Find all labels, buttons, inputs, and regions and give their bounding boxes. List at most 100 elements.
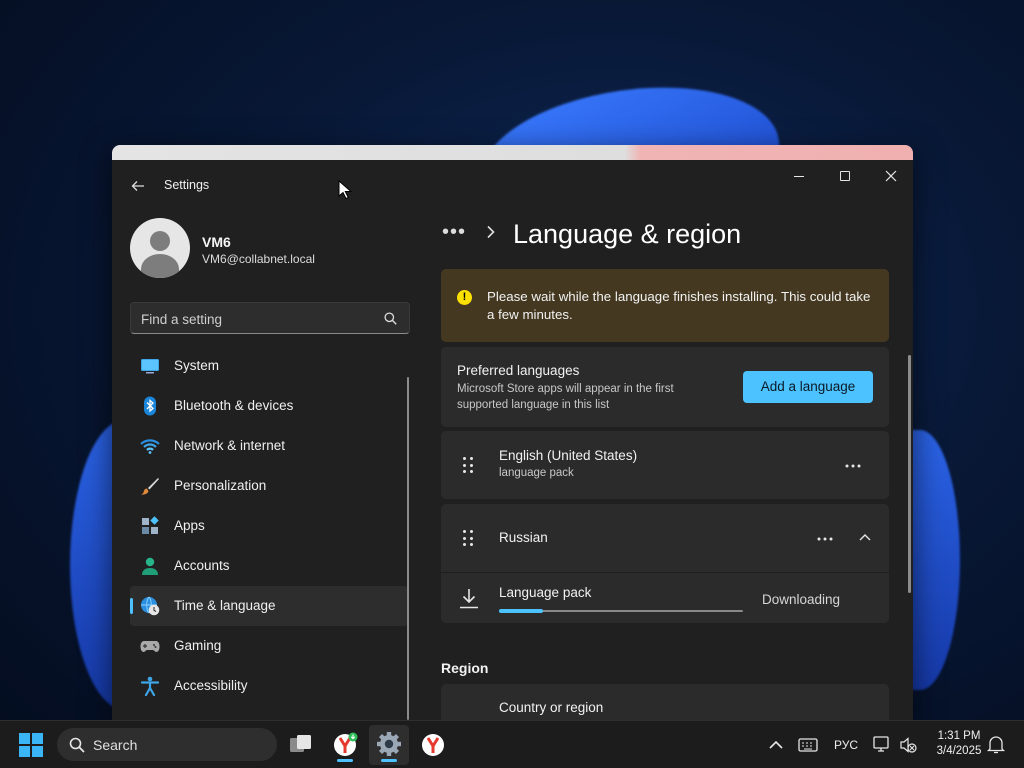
add-language-button[interactable]: Add a language [743, 371, 873, 403]
language-name: English (United States) [499, 448, 638, 463]
start-button[interactable] [19, 733, 43, 757]
person-icon [142, 557, 158, 575]
system-clock[interactable]: 1:31 PM 3/4/2025 [924, 729, 994, 759]
task-view-button[interactable] [281, 725, 321, 765]
warning-icon: ! [457, 290, 472, 305]
task-view-icon [290, 735, 311, 752]
preferred-languages-subtitle: Microsoft Store apps will appear in the … [457, 383, 674, 411]
sidebar-item-apps[interactable]: Apps [130, 506, 408, 546]
bluetooth-icon [144, 396, 156, 416]
network-icon [873, 736, 889, 752]
wifi-icon [140, 439, 160, 454]
chevron-right-icon [487, 225, 495, 239]
globe-clock-icon [141, 596, 160, 616]
sidebar-item-bluetooth[interactable]: Bluetooth & devices [130, 386, 408, 426]
region-heading: Region [441, 660, 489, 676]
active-indicator [130, 598, 133, 614]
language-more-button[interactable] [813, 529, 837, 549]
taskbar-search-label: Search [93, 737, 138, 753]
window-top-strip [112, 145, 913, 160]
search-icon[interactable] [384, 312, 397, 325]
language-pack-label: Language pack [499, 585, 592, 600]
chevron-up-icon[interactable] [859, 532, 871, 542]
language-item-russian[interactable]: Russian Language pack Downloading [441, 504, 889, 623]
sidebar-item-accessibility[interactable]: Accessibility [130, 666, 408, 706]
yandex-browser-update-button[interactable] [325, 725, 365, 765]
sidebar-item-label: Accessibility [174, 678, 248, 693]
sidebar-item-time-language[interactable]: Time & language [130, 586, 408, 626]
download-progress-bar [499, 609, 743, 613]
network-status-button[interactable] [872, 721, 892, 768]
preferred-languages-card: Preferred languages Microsoft Store apps… [441, 347, 889, 427]
drag-handle-icon[interactable] [463, 530, 473, 546]
minimize-button[interactable] [776, 160, 822, 192]
user-name: VM6 [202, 234, 231, 250]
divider [441, 572, 889, 573]
taskbar: Search РУС 1:31 PM 3/4/2025 [0, 720, 1024, 768]
sidebar-item-personalization[interactable]: Personalization [130, 466, 408, 506]
close-icon [885, 170, 897, 182]
sidebar-scrollbar[interactable] [407, 377, 409, 720]
clock-date: 3/4/2025 [936, 745, 982, 757]
install-notice: ! Please wait while the language finishe… [441, 269, 889, 342]
search-input[interactable] [141, 309, 371, 329]
back-arrow-icon [131, 181, 144, 191]
touch-keyboard-button[interactable] [797, 721, 819, 768]
language-more-button[interactable] [841, 456, 865, 476]
input-language-indicator[interactable]: РУС [834, 721, 860, 768]
keyboard-icon [798, 738, 818, 752]
show-hidden-icons-button[interactable] [766, 721, 786, 768]
sidebar-item-accounts[interactable]: Accounts [130, 546, 408, 586]
settings-search[interactable] [130, 302, 410, 334]
language-item-english[interactable]: English (United States) language pack [441, 431, 889, 499]
country-region-card[interactable]: Country or region [441, 684, 889, 720]
avatar[interactable] [130, 218, 190, 278]
running-indicator [381, 759, 397, 762]
breadcrumb-more-button[interactable]: ••• [442, 221, 466, 244]
notifications-button[interactable] [986, 721, 1006, 768]
back-button[interactable] [128, 176, 148, 196]
settings-taskbar-button[interactable] [369, 725, 409, 765]
avatar-head [150, 231, 170, 251]
sidebar-item-label: Apps [174, 518, 205, 533]
sidebar-item-label: System [174, 358, 220, 373]
sidebar-item-gaming[interactable]: Gaming [130, 626, 408, 666]
gamepad-icon [140, 641, 160, 652]
settings-window: Settings VM6 VM6@collabnet.local System … [112, 145, 913, 720]
yandex-browser-button[interactable] [413, 725, 453, 765]
drag-handle-icon[interactable] [463, 457, 473, 473]
sidebar-item-label: Network & internet [174, 438, 286, 453]
app-title: Settings [164, 178, 210, 192]
maximize-button[interactable] [822, 160, 868, 192]
avatar-body [141, 254, 179, 278]
system-icon [141, 359, 159, 374]
close-button[interactable] [868, 160, 913, 192]
sidebar-item-label: Personalization [174, 478, 267, 493]
chevron-up-icon [769, 740, 783, 749]
content-pane: ! Please wait while the language finishe… [441, 269, 889, 720]
brush-icon [141, 478, 159, 495]
sidebar-item-label: Bluetooth & devices [174, 398, 294, 413]
running-indicator [337, 759, 353, 762]
more-dots-icon [817, 537, 833, 541]
language-subtitle: language pack [499, 467, 574, 479]
sidebar-item-system[interactable]: System [130, 346, 408, 386]
yandex-browser-icon [422, 734, 444, 756]
language-name: Russian [499, 530, 548, 545]
page-title: Language & region [513, 219, 742, 249]
main-scrollbar[interactable] [908, 355, 911, 593]
volume-muted-icon [900, 737, 917, 753]
volume-button[interactable] [899, 721, 919, 768]
notice-text: Please wait while the language finishes … [487, 289, 871, 322]
clock-time: 1:31 PM [937, 730, 981, 742]
preferred-languages-title: Preferred languages [457, 363, 580, 378]
mouse-cursor-icon [338, 180, 352, 200]
sidebar-item-network[interactable]: Network & internet [130, 426, 408, 466]
more-dots-icon [845, 464, 861, 468]
country-region-label: Country or region [499, 700, 604, 715]
taskbar-search[interactable]: Search [57, 728, 277, 761]
search-icon [69, 737, 85, 753]
apps-icon [142, 516, 159, 534]
download-progress-fill [499, 609, 543, 613]
download-icon [460, 589, 478, 609]
